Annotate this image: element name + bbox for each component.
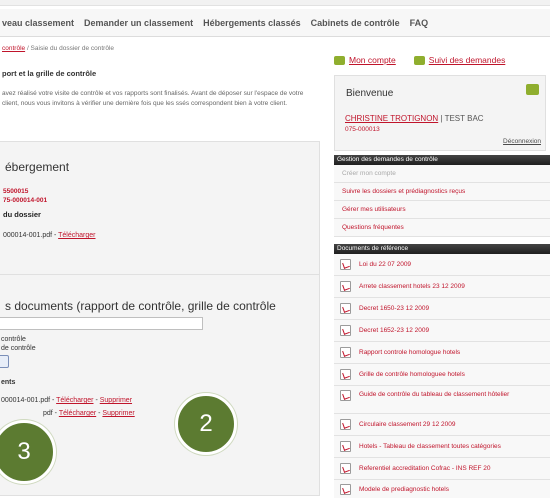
mon-compte-link[interactable]: Mon compte	[349, 55, 396, 65]
nav-item-demander-classement[interactable]: Demander un classement	[84, 18, 193, 28]
nav-item-hebergements-classes[interactable]: Hébergements classés	[203, 18, 301, 28]
document-file-name: 000014-001.pdf -	[1, 397, 57, 404]
nav-item-cabinets-controle[interactable]: Cabinets de contrôle	[311, 18, 400, 28]
pdf-icon	[340, 281, 351, 292]
doc-item-label: Decret 1650-23 12 2009	[359, 305, 430, 312]
user-code: 075-000013	[345, 126, 380, 133]
doc-item-arrete[interactable]: Arrete classement hotels 23 12 2009	[334, 276, 550, 298]
doc-item-circulaire[interactable]: Circulaire classement 29 12 2009	[334, 414, 550, 436]
step-badge-2: 2	[175, 393, 237, 455]
dossier-file-row: 000014-001.pdf - Télécharger	[3, 232, 96, 239]
pdf-icon	[340, 303, 351, 314]
gestion-item-suivre-dossiers[interactable]: Suivre les dossiers et prédiagnostics re…	[334, 183, 550, 201]
pdf-icon	[340, 347, 351, 358]
doc-item-label: Modele de prediagnostic hotels	[359, 486, 449, 493]
doc-item-label: Grille de contrôle homologuee hotels	[359, 371, 465, 378]
dossier-number: 75-000014-001	[3, 197, 48, 204]
doc-item-cofrac[interactable]: Referentiel accreditation Cofrac - INS R…	[334, 458, 550, 480]
pdf-icon	[340, 259, 351, 270]
doc-item-guide[interactable]: Guide de contrôle du tableau de classeme…	[334, 386, 550, 414]
doc-item-label: Hotels - Tableau de classement toutes ca…	[359, 443, 501, 450]
doc-item-label: Rapport controle homologue hotels	[359, 349, 461, 356]
documents-title: s documents (rapport de contrôle, grille…	[5, 299, 276, 313]
sidebar: Mon compte Suivi des demandes Bienvenue …	[334, 37, 550, 498]
breadcrumb: contrôle / Saisie du dossier de contrôle	[2, 45, 114, 52]
user-info: CHRISTINE TROTIGNON | TEST BAC	[345, 114, 484, 123]
intro-text: avez réalisé votre visite de contrôle et…	[2, 90, 304, 107]
breadcrumb-link[interactable]: contrôle	[2, 45, 25, 52]
hebergement-panel: ébergement 5500015 75-000014-001 du doss…	[0, 141, 320, 291]
download-link[interactable]: Télécharger	[58, 232, 95, 239]
welcome-title: Bienvenue	[346, 88, 394, 99]
nav-item-nouveau-classement[interactable]: veau classement	[2, 18, 74, 28]
delete-link[interactable]: Supprimer	[102, 410, 134, 417]
download-link[interactable]: Télécharger	[56, 397, 93, 404]
document-file-name: pdf -	[43, 410, 59, 417]
documents-list-label: ents	[1, 379, 16, 386]
main-nav: veau classement Demander un classement H…	[0, 9, 550, 37]
dossier-file-name: 000014-001.pdf -	[3, 232, 59, 239]
doc-item-label: Decret 1652-23 12 2009	[359, 327, 430, 334]
doc-item-tableau[interactable]: Hotels - Tableau de classement toutes ca…	[334, 436, 550, 458]
suivi-demandes-link[interactable]: Suivi des demandes	[429, 55, 506, 65]
users-icon	[526, 84, 539, 95]
file-input[interactable]	[0, 317, 203, 330]
doc-item-loi[interactable]: Loi du 22 07 2009	[334, 254, 550, 276]
user-icon	[334, 55, 345, 65]
doc-item-label: Loi du 22 07 2009	[359, 261, 412, 268]
doc-type-option-rapport[interactable]: contrôle	[1, 336, 26, 343]
hebergement-title: ébergement	[5, 160, 70, 174]
logout-link[interactable]: Déconnexion	[503, 138, 541, 145]
doc-item-rapport[interactable]: Rapport controle homologue hotels	[334, 342, 550, 364]
doc-item-label: Guide de contrôle du tableau de classeme…	[359, 391, 510, 398]
gestion-item-creer-compte[interactable]: Créer mon compte	[334, 165, 550, 183]
pdf-icon	[340, 463, 351, 474]
doc-item-label: Arrete classement hotels 23 12 2009	[359, 283, 465, 290]
doc-item-decret-1652[interactable]: Decret 1652-23 12 2009	[334, 320, 550, 342]
pdf-icon	[340, 441, 351, 452]
document-row: pdf - Télécharger - Supprimer	[43, 410, 135, 417]
doc-item-decret-1650[interactable]: Decret 1650-23 12 2009	[334, 298, 550, 320]
doc-type-option-grille[interactable]: de contrôle	[1, 345, 36, 352]
dossier-label: du dossier	[3, 210, 41, 219]
welcome-panel: Bienvenue CHRISTINE TROTIGNON | TEST BAC…	[334, 75, 546, 151]
nav-item-faq[interactable]: FAQ	[410, 18, 429, 28]
gestion-header: Gestion des demandes de contrôle	[334, 155, 550, 165]
docs-header: Documents de référence	[334, 244, 550, 254]
doc-item-grille[interactable]: Grille de contrôle homologuee hotels	[334, 364, 550, 386]
document-row: 000014-001.pdf - Télécharger - Supprimer	[1, 397, 132, 404]
doc-item-label: Referentiel accreditation Cofrac - INS R…	[359, 465, 491, 472]
delete-link[interactable]: Supprimer	[100, 397, 132, 404]
top-strip	[0, 0, 550, 6]
user-name-link[interactable]: CHRISTINE TROTIGNON	[345, 114, 438, 123]
gestion-item-questions[interactable]: Questions fréquentes	[334, 219, 550, 237]
download-link[interactable]: Télécharger	[59, 410, 96, 417]
breadcrumb-current: / Saisie du dossier de contrôle	[26, 45, 115, 52]
pdf-icon	[340, 325, 351, 336]
gestion-item-gerer-utilisateurs[interactable]: Gérer mes utilisateurs	[334, 201, 550, 219]
main-content: contrôle / Saisie du dossier de contrôle…	[0, 37, 324, 498]
page-subtitle: port et la grille de contrôle	[2, 69, 97, 78]
pdf-icon	[340, 484, 351, 495]
doc-item-label: Circulaire classement 29 12 2009	[359, 421, 456, 428]
doc-item-modele[interactable]: Modele de prediagnostic hotels	[334, 480, 550, 498]
document-icon	[413, 55, 425, 65]
account-links: Mon compte Suivi des demandes	[334, 53, 546, 67]
user-org: TEST BAC	[444, 114, 484, 123]
pdf-icon	[340, 369, 351, 380]
hebergement-id: 5500015	[3, 188, 29, 195]
pdf-icon	[340, 419, 351, 430]
upload-button[interactable]	[0, 355, 9, 368]
